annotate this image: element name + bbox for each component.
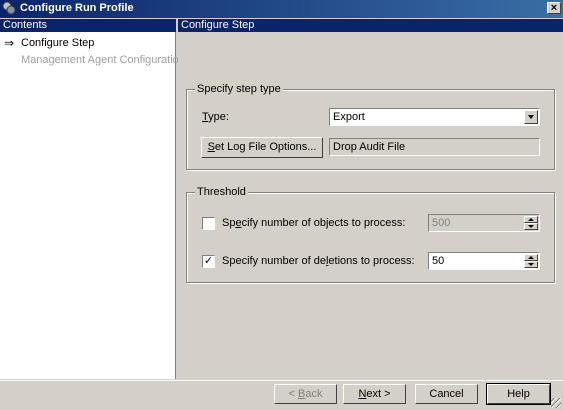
step-type-group-title: Specify step type xyxy=(195,83,283,95)
close-icon: × xyxy=(550,2,558,14)
objects-stepper[interactable]: 500 xyxy=(428,214,540,232)
objects-label: Specify number of objects to process: xyxy=(222,217,406,229)
window-title: Configure Run Profile xyxy=(20,2,134,14)
back-button[interactable]: < Back xyxy=(274,384,337,404)
type-value: Export xyxy=(333,111,365,123)
help-button[interactable]: Help xyxy=(486,383,551,405)
log-file-option-value: Drop Audit File xyxy=(333,141,406,153)
wizard-button-bar: < Back Next > Cancel Help xyxy=(0,380,563,410)
close-button[interactable]: × xyxy=(547,2,561,14)
next-button[interactable]: Next > xyxy=(343,384,406,404)
title-bar: Configure Run Profile × xyxy=(0,0,563,18)
stepper-up-icon[interactable] xyxy=(524,216,538,223)
checkmark-icon: ✓ xyxy=(203,255,214,267)
next-label: Next > xyxy=(358,388,391,400)
stepper-down-icon[interactable] xyxy=(524,223,538,230)
nav-item-label: Management Agent Configuration xyxy=(21,54,185,66)
deletions-value: 50 xyxy=(432,255,445,267)
type-dropdown[interactable]: Export xyxy=(329,108,540,126)
contents-header: Contents xyxy=(0,19,176,32)
resize-grip-icon[interactable] xyxy=(551,398,561,408)
help-label: Help xyxy=(507,388,530,400)
current-step-arrow-icon: ⇒ xyxy=(4,36,15,50)
cancel-button[interactable]: Cancel xyxy=(415,384,478,404)
back-label: < Back xyxy=(288,388,323,400)
objects-value: 500 xyxy=(432,217,451,229)
type-label: Type: xyxy=(202,111,229,123)
log-file-option-display: Drop Audit File xyxy=(329,138,540,156)
stepper-down-icon[interactable] xyxy=(524,261,538,268)
profile-icon xyxy=(2,1,16,15)
threshold-group-title: Threshold xyxy=(195,186,248,198)
set-log-file-options-button[interactable]: Set Log File Options... xyxy=(201,137,323,158)
configure-step-header: Configure Step xyxy=(178,19,563,32)
objects-checkbox[interactable] xyxy=(202,217,215,230)
cancel-label: Cancel xyxy=(429,388,464,400)
threshold-group: Threshold Specify number of objects to p… xyxy=(186,186,555,283)
stepper-up-icon[interactable] xyxy=(524,254,538,261)
deletions-checkbox[interactable]: ✓ xyxy=(202,255,215,268)
nav-item-configure-step[interactable]: ⇒ Configure Step xyxy=(0,35,175,51)
step-type-group: Specify step type Type: Export Set Log F… xyxy=(186,83,555,170)
nav-item-management-agent-configuration[interactable]: Management Agent Configuration xyxy=(0,52,185,68)
nav-item-label: Configure Step xyxy=(21,37,95,49)
contents-pane: ⇒ Configure Step Management Agent Config… xyxy=(0,32,185,379)
configure-step-pane: Specify step type Type: Export Set Log F… xyxy=(178,32,563,379)
deletions-stepper[interactable]: 50 xyxy=(428,252,540,270)
deletions-label: Specify number of deletions to process: xyxy=(222,255,415,267)
set-log-file-options-label: Set Log File Options... xyxy=(207,141,317,153)
chevron-down-icon[interactable] xyxy=(524,110,538,124)
